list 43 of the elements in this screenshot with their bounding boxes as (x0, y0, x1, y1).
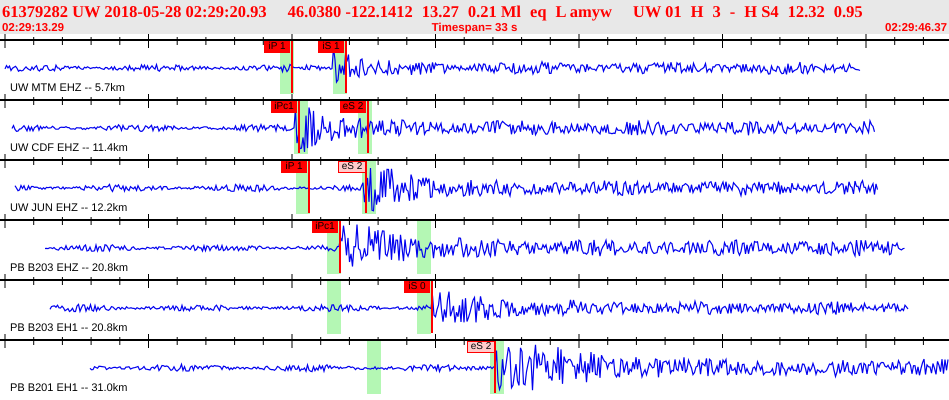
pick-label[interactable]: eS 2 (338, 161, 366, 173)
event-field: L amyw (556, 2, 612, 22)
pick-label[interactable]: eS 2 (340, 101, 366, 113)
station-label: PB B201 EH1 -- 31.0km (10, 382, 128, 394)
event-field: - (730, 2, 736, 22)
timespan-label: Timespan= 33 s (432, 22, 518, 34)
pick-label[interactable]: iP 1 (281, 161, 307, 173)
pick-line[interactable] (339, 221, 341, 273)
pick-label[interactable]: iPc1 (312, 221, 338, 233)
pick-line[interactable] (365, 161, 367, 213)
event-field: 0.21 Ml (468, 2, 522, 22)
pick-window (367, 341, 381, 394)
event-field: 61379282 UW 2018-05-28 02:29:20.93 (2, 2, 267, 22)
pick-label[interactable]: eS 2 (467, 341, 495, 353)
end-time: 02:29:46.37 (884, 22, 947, 34)
pick-line[interactable] (291, 41, 293, 93)
pick-label[interactable]: iP 1 (264, 41, 290, 53)
station-label: UW CDF EHZ -- 11.4km (10, 142, 128, 154)
pick-line[interactable] (298, 101, 300, 153)
station-label: UW JUN EHZ -- 12.2km (10, 202, 128, 214)
event-field: H S4 (744, 2, 779, 22)
station-label: UW MTM EHZ -- 5.7km (10, 82, 125, 94)
event-field: UW 01 (632, 2, 682, 22)
pick-line[interactable] (367, 101, 369, 153)
event-field: eq (530, 2, 547, 22)
event-field: 13.27 (422, 2, 459, 22)
pick-line[interactable] (494, 341, 496, 393)
event-field: 0.95 (834, 2, 863, 22)
station-label: PB B203 EHZ -- 20.8km (10, 262, 128, 274)
event-field: H (690, 2, 704, 22)
event-field: 46.0380 -122.1412 (288, 2, 413, 22)
pick-window (327, 281, 341, 334)
pick-line[interactable] (345, 41, 347, 93)
station-label: PB B203 EH1 -- 20.8km (10, 322, 128, 334)
event-field: 12.32 (788, 2, 825, 22)
event-field: 3 (712, 2, 721, 22)
pick-label[interactable]: iS 0 (404, 281, 430, 293)
pick-window (417, 221, 431, 274)
start-time: 02:29:13.29 (2, 22, 64, 34)
pick-label[interactable]: iS 1 (318, 41, 344, 53)
pick-line[interactable] (431, 281, 433, 333)
pick-line[interactable] (308, 161, 310, 213)
pick-label[interactable]: iPc1 (271, 101, 297, 113)
